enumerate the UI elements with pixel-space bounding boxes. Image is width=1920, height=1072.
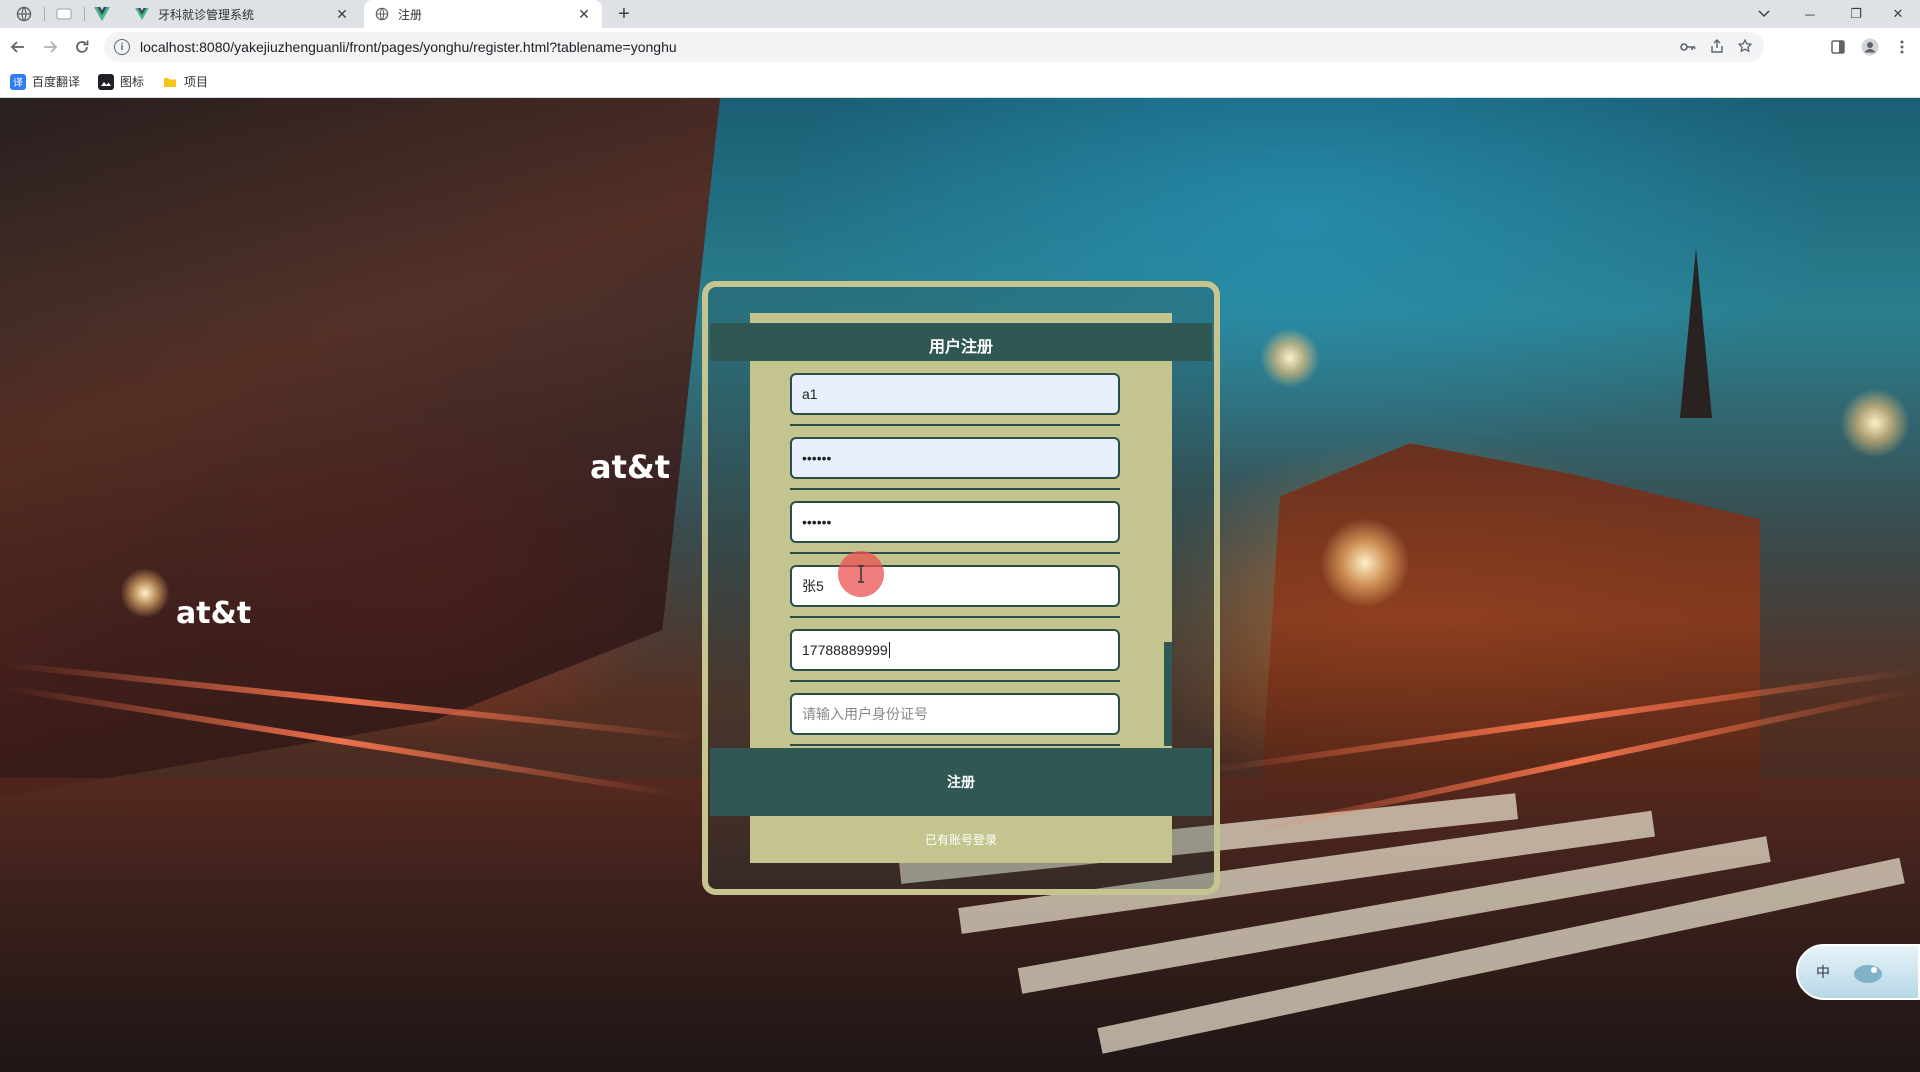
text-cursor-icon	[858, 565, 864, 583]
ime-language-widget[interactable]: 中	[1796, 944, 1920, 1000]
bookmark-baidu-translate[interactable]: 译 百度翻译	[10, 73, 80, 90]
key-icon[interactable]	[1680, 39, 1696, 55]
street-light-glow	[1840, 388, 1910, 458]
tab-strip: 牙科就诊管理系统 ✕ 注册 ✕ + ─ ❐ ✕	[0, 0, 1920, 28]
ime-mode-label: 中	[1816, 964, 1830, 980]
att-sign: at&t	[590, 448, 671, 486]
account-value: a1	[802, 386, 818, 402]
confirm-password-input[interactable]: ••••••	[790, 501, 1120, 543]
form-scrollbar[interactable]	[1164, 642, 1172, 746]
tab-register[interactable]: 注册 ✕	[364, 0, 602, 28]
tab-close-icon[interactable]: ✕	[576, 6, 592, 22]
profile-avatar-icon	[1861, 38, 1879, 56]
password-value: ••••••	[802, 450, 832, 466]
tab-title: 牙科就诊管理系统	[158, 7, 255, 22]
mouse-cursor-highlight	[838, 551, 884, 597]
baidu-translate-icon: 译	[10, 73, 26, 90]
image-icon	[98, 73, 115, 90]
restore-button[interactable]: ❐	[1834, 0, 1878, 28]
page-icon	[56, 8, 72, 20]
vue-logo-icon	[134, 6, 150, 22]
street-light-glow	[1260, 328, 1320, 388]
password-input[interactable]: ••••••	[790, 437, 1120, 479]
chevron-down-icon	[1758, 10, 1770, 18]
phone-input[interactable]: 17788889999	[790, 629, 1120, 671]
ime-mascot-icon	[1854, 965, 1882, 983]
background-church-spire	[1680, 248, 1712, 418]
side-panel-icon	[1831, 40, 1845, 54]
account-input[interactable]: a1	[790, 373, 1120, 415]
back-arrow-icon	[10, 41, 24, 53]
pinned-tab-vue[interactable]	[82, 0, 122, 28]
folder-icon	[162, 74, 178, 90]
share-icon[interactable]	[1710, 38, 1724, 56]
phone-value: 17788889999	[802, 642, 888, 658]
side-panel-button[interactable]	[1824, 33, 1852, 61]
profile-button[interactable]	[1856, 33, 1884, 61]
url-text: localhost:8080/yakejiuzhenguanli/front/p…	[140, 39, 677, 55]
field-divider	[790, 424, 1120, 426]
menu-button[interactable]	[1888, 33, 1916, 61]
globe-icon	[374, 6, 390, 22]
field-divider	[790, 680, 1120, 682]
bookmark-label: 百度翻译	[32, 75, 81, 89]
globe-icon	[16, 6, 32, 22]
kebab-menu-icon	[1900, 40, 1904, 54]
field-divider	[790, 744, 1120, 746]
register-button[interactable]: 注册	[710, 748, 1212, 816]
address-bar[interactable]: i localhost:8080/yakejiuzhenguanli/front…	[104, 32, 1764, 62]
bookmark-icons[interactable]: 图标	[98, 73, 144, 90]
confirm-password-value: ••••••	[802, 514, 832, 530]
street-light-glow	[120, 568, 170, 618]
site-info-icon[interactable]: i	[114, 39, 130, 55]
reload-button[interactable]	[68, 33, 96, 61]
bookmark-star-icon[interactable]	[1737, 37, 1753, 56]
field-divider	[790, 552, 1120, 554]
vue-logo-icon	[94, 7, 110, 21]
real-name-value: 张5	[802, 578, 824, 594]
back-button[interactable]	[4, 33, 32, 61]
minimize-button[interactable]: ─	[1788, 0, 1832, 28]
att-sign: at&t	[176, 596, 252, 631]
forward-arrow-icon	[44, 41, 58, 53]
street-light-glow	[1320, 518, 1410, 608]
bookmark-projects[interactable]: 项目	[162, 73, 208, 90]
tab-close-icon[interactable]: ✕	[334, 6, 350, 22]
bookmarks-bar: 译 百度翻译 图标 项目	[0, 66, 1920, 98]
omnibox-actions	[1680, 36, 1753, 58]
new-tab-button[interactable]: +	[612, 2, 636, 26]
close-window-button[interactable]: ✕	[1876, 0, 1920, 28]
reload-icon	[76, 40, 89, 53]
text-caret	[888, 642, 890, 658]
tab-search-button[interactable]	[1742, 0, 1786, 28]
login-link[interactable]: 已有账号登录	[750, 826, 1172, 854]
id-card-placeholder: 请输入用户身份证号	[802, 706, 928, 722]
browser-toolbar: i localhost:8080/yakejiuzhenguanli/front…	[0, 28, 1920, 66]
forward-button[interactable]	[36, 33, 64, 61]
pinned-tab-globe[interactable]	[4, 0, 44, 28]
bookmark-label: 图标	[120, 75, 145, 89]
field-divider	[790, 616, 1120, 618]
bookmark-label: 项目	[184, 75, 209, 89]
id-card-input[interactable]: 请输入用户身份证号	[790, 693, 1120, 735]
pinned-tab-blank[interactable]	[44, 0, 84, 28]
tab-title: 注册	[398, 7, 423, 22]
register-title: 用户注册	[710, 323, 1212, 361]
field-divider	[790, 488, 1120, 490]
tab-dental-system[interactable]: 牙科就诊管理系统 ✕	[124, 0, 360, 28]
